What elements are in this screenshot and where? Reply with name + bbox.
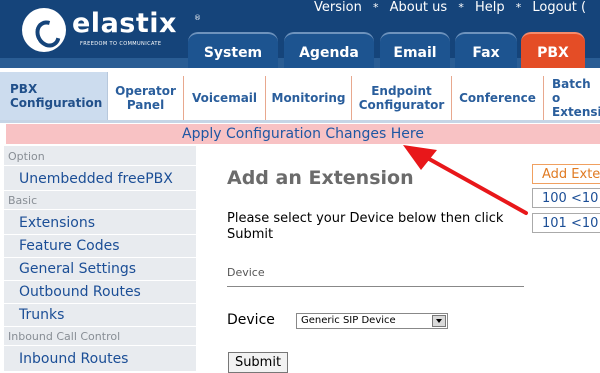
- annotation-arrow: [403, 145, 528, 215]
- arrow-shaft: [420, 153, 528, 215]
- arrow-head: [403, 145, 437, 170]
